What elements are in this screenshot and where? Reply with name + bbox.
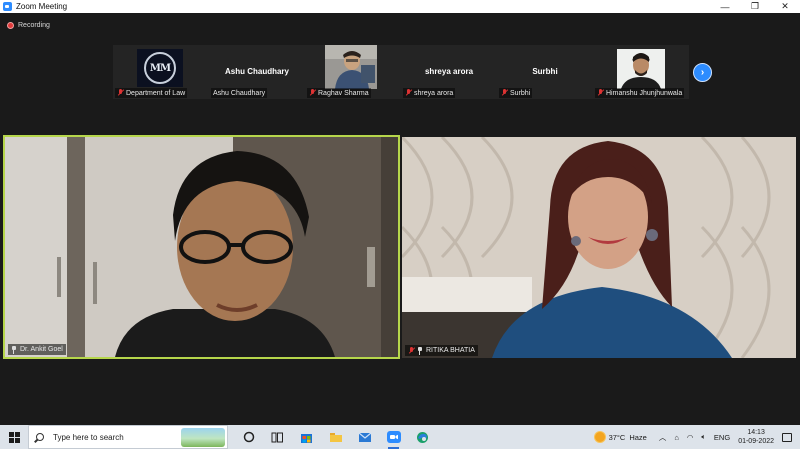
task-view-button[interactable] [263,425,292,449]
participant-name-display: Surbhi [532,67,558,76]
window-title: Zoom Meeting [16,2,68,11]
clock-time: 14:13 [747,429,765,436]
taskbar-search-input[interactable]: Type here to search [28,425,228,449]
participant-tile-shreya-arora[interactable]: shreya arora shreya arora [401,45,497,99]
mic-muted-icon [501,89,508,97]
strip-next-button[interactable]: › [693,63,712,82]
participant-video-feed [402,137,796,358]
clock-date: 01-09-2022 [738,438,774,445]
folder-icon [329,433,342,442]
participant-label: Raghav Sharma [307,88,371,98]
participant-label: Ashu Chaudhary [211,88,268,98]
mic-muted-icon [309,89,316,97]
participant-strip: MM Department of Law Ashu Chaudhary Ashu… [113,45,689,99]
cortana-circle-icon [243,431,254,443]
participant-label: Department of Law [115,88,188,98]
participant-tile-surbhi[interactable]: Surbhi Surbhi [497,45,593,99]
edge-browser-icon [417,431,428,443]
mic-muted-icon [117,89,124,97]
participant-tile-ashu-chaudhary[interactable]: Ashu Chaudhary Ashu Chaudhary [209,45,305,99]
recording-label: Recording [18,22,50,29]
cortana-button[interactable] [234,425,263,449]
zoom-meeting-window: Zoom Meeting — ❐ ✕ Recording MM Departme… [0,0,800,449]
wifi-icon[interactable]: ◠ [687,433,694,442]
participant-name-display: Ashu Chaudhary [224,67,289,76]
participant-tile-himanshu-jhunjhunwala[interactable]: Himanshu Jhunjhunwala [593,45,689,99]
notification-center-icon[interactable] [782,432,792,442]
minimize-button[interactable]: — [710,0,740,13]
video-label: Dr. Ankit Goel [8,344,66,355]
participant-video-photo [325,45,377,89]
close-button[interactable]: ✕ [770,0,800,13]
network-icon[interactable]: ⌂ [674,433,679,442]
mail-button[interactable] [350,425,379,449]
search-placeholder: Type here to search [53,432,124,442]
participant-label: shreya arora [403,88,456,98]
participant-tile-raghav-sharma[interactable]: Raghav Sharma [305,45,401,99]
video-tile-dr-ankit-goel[interactable]: Dr. Ankit Goel [3,135,400,359]
sun-weather-icon [594,432,605,442]
participant-label: Surbhi [499,88,533,98]
pin-icon [11,345,17,354]
windows-logo-icon [8,431,20,443]
participant-tile-department-of-law[interactable]: MM Department of Law [113,45,209,99]
participant-profile-photo [617,49,665,89]
maximize-button[interactable]: ❐ [740,0,770,13]
microsoft-store-button[interactable] [292,425,321,449]
mic-muted-icon [597,89,604,97]
chevron-right-icon: › [700,67,705,78]
windows-taskbar: Type here to search 37°C Haze ︿ ⌂ ◠ 🔈︎ E… [0,425,800,449]
mic-muted-icon [408,346,415,355]
taskbar-clock[interactable]: 14:13 01-09-2022 [738,428,774,446]
weather-widget[interactable]: 37°C Haze [594,432,647,442]
recording-dot-icon [7,22,14,29]
show-hidden-icons-chevron-up-icon[interactable]: ︿ [659,432,667,443]
window-controls: — ❐ ✕ [710,0,800,13]
video-tile-ritika-bhatia[interactable]: RITIKA BHATIA [402,137,796,358]
participant-label: Himanshu Jhunjhunwala [595,88,685,98]
store-bag-icon [301,433,312,443]
pin-icon [417,346,423,355]
file-explorer-button[interactable] [321,425,350,449]
search-highlight-image [181,428,225,447]
taskbar-app-icons [234,425,437,449]
input-language[interactable]: ENG [714,433,730,442]
zoom-taskbar-button[interactable] [379,425,408,449]
participant-name-display: shreya arora [424,67,474,76]
start-button[interactable] [0,425,28,449]
title-bar: Zoom Meeting — ❐ ✕ [0,0,800,13]
search-icon [36,433,44,441]
zoom-app-icon [3,2,12,11]
edge-browser-button[interactable] [408,425,437,449]
mic-muted-icon [405,89,412,97]
video-label: RITIKA BHATIA [405,345,478,356]
mail-envelope-icon [358,432,371,442]
department-logo-icon: MM [137,49,183,87]
system-tray: 37°C Haze ︿ ⌂ ◠ 🔈︎ ENG 14:13 01-09-2022 [594,425,800,449]
participant-video-feed [5,137,398,357]
task-view-icon [271,432,283,442]
zoom-camera-icon [386,431,401,443]
recording-indicator[interactable]: Recording [7,20,50,31]
volume-icon[interactable]: 🔈︎ [701,432,706,442]
